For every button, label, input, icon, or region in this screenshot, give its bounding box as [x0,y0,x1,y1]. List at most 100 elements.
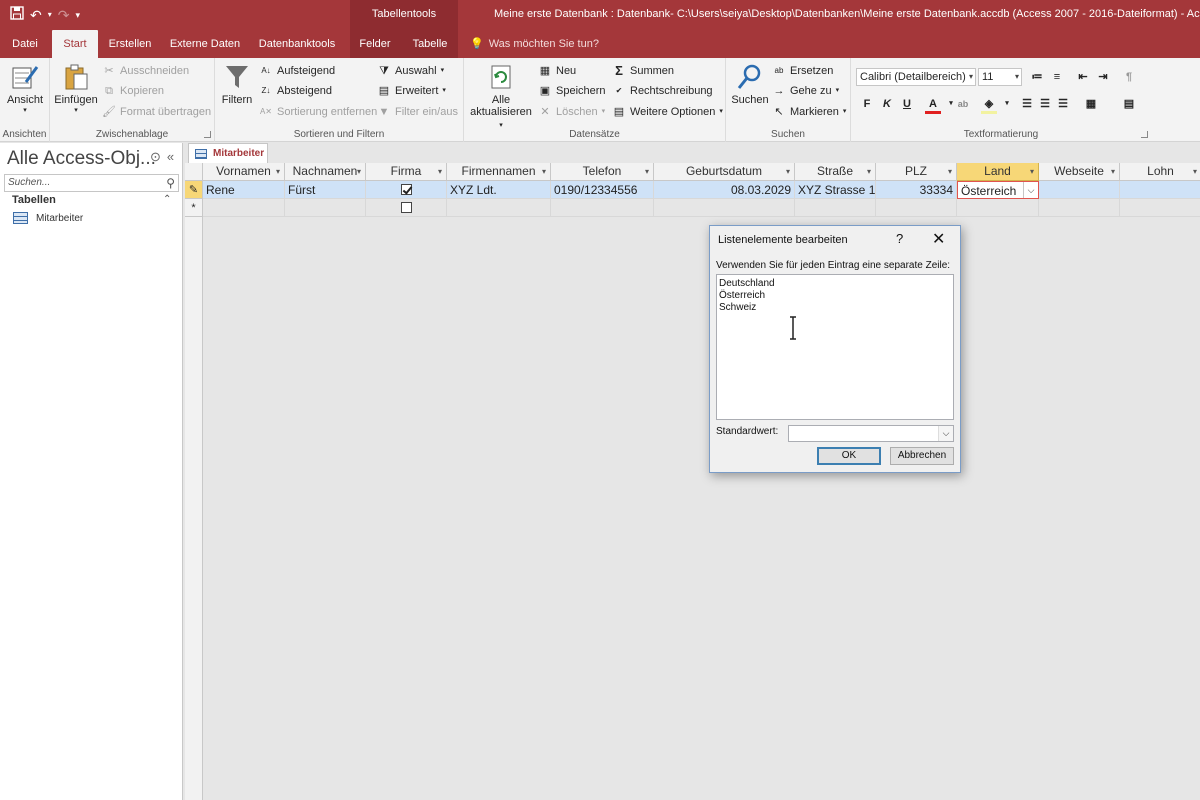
customize-qat-icon[interactable]: ▾ [75,7,80,23]
delete-record-button[interactable]: ✕ Löschen ▾ [538,103,605,121]
italic-button[interactable]: K [879,96,895,112]
cell-plz[interactable] [876,199,957,217]
row-selector-new[interactable]: * [185,199,203,217]
nav-item-mitarbeiter[interactable]: Mitarbeiter [13,212,83,224]
column-header-plz[interactable]: PLZ ▾ [876,163,957,181]
undo-icon[interactable]: ↶ [30,7,42,23]
copy-button[interactable]: ⧉ Kopieren [102,82,164,100]
fill-color-dropdown-icon[interactable]: ▾ [999,96,1015,112]
decrease-indent-icon[interactable]: ⇤ [1075,69,1091,85]
align-right-icon[interactable]: ☰ [1055,96,1071,112]
sort-ascending-button[interactable]: A↓ Aufsteigend [259,62,335,80]
totals-button[interactable]: Σ Summen [612,62,674,80]
column-dropdown-icon[interactable]: ▾ [948,163,952,180]
ok-button[interactable]: OK [817,447,881,465]
replace-button[interactable]: ab Ersetzen [772,62,834,80]
close-icon[interactable]: ✕ [932,229,945,249]
tab-erstellen[interactable]: Erstellen [104,30,156,58]
document-tab-mitarbeiter[interactable]: Mitarbeiter [188,143,268,163]
cell-firmennamen[interactable] [447,199,551,217]
format-painter-button[interactable]: 🖌 Format übertragen [102,103,211,121]
gridlines-icon[interactable]: ▦ [1083,96,1099,112]
cut-button[interactable]: ✂ Ausschneiden [102,62,189,80]
sort-descending-button[interactable]: Z↓ Absteigend [259,82,333,100]
tab-externe-daten[interactable]: Externe Daten [166,30,244,58]
nav-search-input[interactable]: Suchen... ⚲ [4,174,179,192]
save-record-button[interactable]: ▣ Speichern [538,82,606,100]
filter-button[interactable]: Filtern [219,62,255,106]
nav-section-tabellen[interactable]: Tabellen [12,194,56,206]
column-header-firma[interactable]: Firma ▾ [366,163,447,181]
font-size-select[interactable]: 11 ▾ [978,68,1022,86]
column-header-geburtsdatum[interactable]: Geburtsdatum ▾ [654,163,795,181]
new-record-button[interactable]: ▦ Neu [538,62,576,80]
selection-filter-button[interactable]: ⧩ Auswahl ▾ [377,62,444,80]
list-items-textarea[interactable]: Deutschland Österreich Schweiz [716,274,954,420]
spelling-button[interactable]: ✔ Rechtschreibung [612,82,713,100]
cell-webseite[interactable] [1039,199,1120,217]
column-dropdown-icon[interactable]: ▾ [1111,163,1115,180]
nav-pane-title[interactable]: Alle Access-Obj... [7,148,156,170]
cell-firma[interactable] [366,199,447,217]
cell-land-combobox[interactable]: Österreich ⌵ [957,181,1039,199]
clipboard-launcher-icon[interactable] [204,131,211,138]
column-dropdown-icon[interactable]: ▾ [438,163,442,180]
column-header-webseite[interactable]: Webseite ▾ [1039,163,1120,181]
tab-felder[interactable]: Felder [352,30,398,58]
cell-webseite[interactable] [1039,181,1120,199]
cell-geburtsdatum[interactable] [654,199,795,217]
alternate-row-color-icon[interactable]: ▤ [1121,96,1137,112]
cell-firma[interactable] [366,181,447,199]
column-header-telefon[interactable]: Telefon ▾ [551,163,654,181]
column-dropdown-icon[interactable]: ▾ [867,163,871,180]
column-header-vornamen[interactable]: Vornamen ▾ [203,163,285,181]
column-dropdown-icon[interactable]: ▾ [1030,163,1034,180]
cell-lohn[interactable] [1120,181,1200,199]
numbering-icon[interactable]: ≡ [1049,69,1065,85]
column-dropdown-icon[interactable]: ▾ [645,163,649,180]
cell-strasse[interactable] [795,199,876,217]
bullets-icon[interactable]: ≔ [1029,69,1045,85]
chevron-down-icon[interactable]: ⌵ [1023,182,1038,198]
increase-indent-icon[interactable]: ⇥ [1095,69,1111,85]
chevron-down-icon[interactable]: ⌵ [938,426,953,441]
refresh-all-button[interactable]: Alle aktualisieren ▾ [468,62,534,130]
font-name-select[interactable]: Calibri (Detailbereich) ▾ [856,68,976,86]
select-button[interactable]: ↖ Markieren ▾ [772,103,846,121]
font-color-icon[interactable]: A [925,96,941,114]
section-collapse-icon[interactable]: ⌃ [163,194,171,205]
cell-lohn[interactable] [1120,199,1200,217]
save-icon[interactable] [10,6,24,23]
remove-sort-button[interactable]: A✕ Sortierung entfernen [259,103,377,121]
cell-vornamen[interactable] [203,199,285,217]
tell-me-box[interactable]: 💡 Was möchten Sie tun? [470,30,599,58]
cell-vornamen[interactable]: Rene [203,181,285,199]
cell-firmennamen[interactable]: XYZ Ldt. [447,181,551,199]
tab-datei[interactable]: Datei [6,30,44,58]
row-selector-edit[interactable]: ✎ [185,181,203,199]
column-header-nachnamen[interactable]: Nachnamen ▾ [285,163,366,181]
column-header-firmennamen[interactable]: Firmennamen ▾ [447,163,551,181]
underline-button[interactable]: U [899,96,915,112]
default-value-select[interactable]: ⌵ [788,425,954,442]
cell-nachnamen[interactable] [285,199,366,217]
cell-geburtsdatum[interactable]: 08.03.2029 [654,181,795,199]
align-center-icon[interactable]: ☰ [1037,96,1053,112]
cell-telefon[interactable] [551,199,654,217]
search-icon[interactable]: ⚲ [166,175,175,191]
cell-nachnamen[interactable]: Fürst [285,181,366,199]
select-all-corner[interactable] [185,163,203,181]
firma-checkbox-unchecked[interactable] [400,202,412,213]
text-format-launcher-icon[interactable] [1141,131,1148,138]
firma-checkbox-checked[interactable] [400,184,412,195]
more-options-button[interactable]: ▤ Weitere Optionen ▾ [612,103,723,121]
cancel-button[interactable]: Abbrechen [890,447,954,465]
nav-menu-icon[interactable]: ⊙ [150,149,161,165]
cell-telefon[interactable]: 0190/12334556 [551,181,654,199]
find-button[interactable]: Suchen [730,62,770,106]
column-dropdown-icon[interactable]: ▾ [542,163,546,180]
column-dropdown-icon[interactable]: ▾ [276,163,280,180]
nav-collapse-icon[interactable]: « [167,149,174,165]
align-left-icon[interactable]: ☰ [1019,96,1035,112]
goto-button[interactable]: → Gehe zu ▾ [772,82,840,100]
